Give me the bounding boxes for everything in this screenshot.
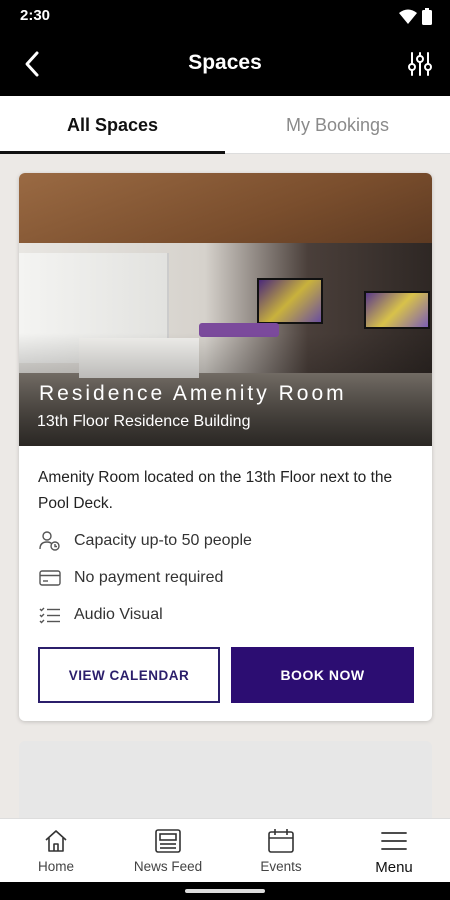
nav-label: News Feed [133,859,203,874]
photo-tv [364,291,430,329]
status-bar: 2:30 [0,0,450,32]
space-card[interactable]: Residence Amenity Room 13th Floor Reside… [19,173,432,721]
home-gesture-handle[interactable] [185,889,265,893]
battery-icon [422,8,432,30]
nav-label: Events [260,859,302,874]
page-title: Spaces [188,51,262,74]
menu-icon [338,828,450,854]
space-photo[interactable]: Residence Amenity Room 13th Floor Reside… [19,173,432,446]
feature-capacity: Capacity up-to 50 people [38,529,252,553]
feature-label: Capacity up-to 50 people [74,532,252,549]
status-time: 2:30 [20,7,51,24]
payment-card-icon [38,566,62,590]
nav-label: Menu [375,859,413,876]
tab-all-spaces[interactable]: All Spaces [0,96,225,154]
filter-sliders-icon [408,52,432,76]
app-bar: Spaces [0,32,450,96]
view-calendar-button[interactable]: VIEW CALENDAR [38,647,220,703]
nav-news-feed[interactable]: News Feed [112,819,224,883]
space-name: Residence Amenity Room [39,382,347,405]
photo-tv [257,278,323,324]
nav-events[interactable]: Events [225,819,337,883]
book-now-button[interactable]: BOOK NOW [231,647,414,703]
feature-label: Audio Visual [74,606,163,623]
feature-audio-visual: Audio Visual [38,603,163,627]
capacity-icon [38,529,62,553]
space-location: 13th Floor Residence Building [37,413,251,430]
checklist-icon [38,603,62,627]
nav-home[interactable]: Home [0,819,112,883]
space-description: Amenity Room located on the 13th Floor n… [38,469,393,512]
tab-bar: All Spaces My Bookings [0,96,450,154]
photo-ceiling [19,173,432,243]
feature-label: No payment required [74,569,224,586]
gesture-bar [0,882,450,900]
status-icons [399,8,432,30]
calendar-icon [225,828,337,854]
nav-label: Home [37,859,74,874]
active-tab-indicator [0,151,225,154]
home-icon [0,828,112,854]
wifi-icon [399,9,417,30]
nav-menu[interactable]: Menu [338,819,450,883]
tab-my-bookings[interactable]: My Bookings [225,96,450,154]
bottom-nav: Home News Feed Events Menu [0,818,450,882]
filter-button[interactable] [402,46,438,82]
news-feed-icon [112,828,224,854]
feature-payment: No payment required [38,566,223,590]
